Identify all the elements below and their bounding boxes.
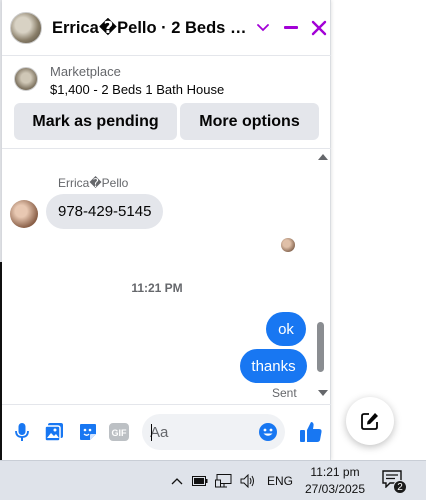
sticker-icon[interactable] — [77, 421, 99, 443]
incoming-message[interactable]: 978-429-5145 — [46, 194, 164, 229]
message-composer: GIF — [2, 404, 331, 460]
sender-avatar[interactable] — [10, 200, 38, 228]
sent-status: Sent — [272, 386, 297, 400]
chat-title[interactable]: Errica�Pello · 2 Beds 1 Bath House — [52, 18, 248, 38]
language-indicator[interactable]: ENG — [267, 474, 293, 488]
message-input-container[interactable] — [142, 414, 285, 450]
more-options-button[interactable]: More options — [180, 103, 319, 140]
emoji-icon[interactable] — [258, 422, 278, 442]
notification-center-icon[interactable]: 2 — [382, 470, 408, 494]
clock-date: 27/03/2025 — [304, 482, 366, 496]
message-input[interactable] — [150, 414, 254, 450]
minimize-icon[interactable] — [282, 19, 300, 37]
taskbar: ENG 11:21 pm 27/03/2025 2 — [0, 460, 426, 500]
message-thread: Errica�Pello 978-429-5145 11:21 PM ok th… — [2, 150, 331, 400]
sender-name: Errica�Pello — [58, 176, 129, 190]
new-message-button[interactable] — [346, 397, 394, 445]
message-timestamp: 11:21 PM — [131, 281, 183, 295]
volume-icon[interactable] — [240, 473, 256, 489]
marketplace-label: Marketplace — [50, 64, 121, 79]
chat-window: Errica�Pello · 2 Beds 1 Bath House Marke… — [2, 0, 331, 460]
read-receipt-avatar — [281, 238, 295, 252]
listing-thumbnail[interactable] — [14, 67, 38, 91]
compose-icon — [361, 413, 378, 430]
chevron-up-icon[interactable] — [170, 473, 184, 489]
mark-as-pending-button[interactable]: Mark as pending — [14, 103, 177, 140]
gif-label: GIF — [112, 428, 128, 438]
photo-icon[interactable] — [43, 421, 65, 443]
outgoing-message[interactable]: thanks — [240, 349, 307, 383]
close-icon[interactable] — [310, 19, 328, 37]
contact-avatar[interactable] — [10, 11, 42, 44]
scroll-down-arrow[interactable] — [318, 390, 328, 396]
network-icon[interactable] — [215, 473, 233, 489]
scroll-up-arrow[interactable] — [318, 154, 328, 160]
listing-title[interactable]: $1,400 - 2 Beds 1 Bath House — [50, 82, 224, 97]
microphone-icon[interactable] — [11, 421, 33, 443]
text-caret — [151, 424, 152, 441]
system-clock[interactable]: 11:21 pm 27/03/2025 — [300, 464, 370, 498]
clock-time: 11:21 pm — [310, 465, 360, 479]
notification-badge: 2 — [393, 480, 407, 494]
chevron-down-icon[interactable] — [256, 21, 270, 35]
chat-header[interactable]: Errica�Pello · 2 Beds 1 Bath House — [2, 0, 331, 56]
gif-icon[interactable]: GIF — [108, 421, 130, 443]
marketplace-listing-card: Marketplace $1,400 - 2 Beds 1 Bath House… — [2, 57, 331, 149]
scrollbar-thumb[interactable] — [317, 322, 324, 372]
thumbs-up-icon[interactable] — [298, 419, 324, 445]
outgoing-message[interactable]: ok — [266, 312, 306, 346]
battery-icon[interactable] — [192, 473, 208, 489]
